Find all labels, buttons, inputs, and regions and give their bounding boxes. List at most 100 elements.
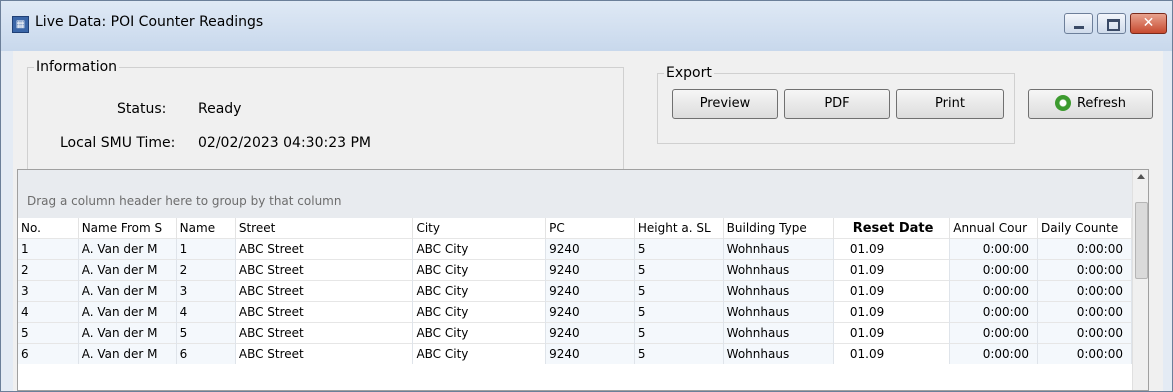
header-row: No. Name From S Name Street City PC Heig… — [18, 218, 1132, 239]
cell: 9240 — [545, 301, 635, 323]
cell: 5 — [176, 322, 236, 344]
cell: 4 — [176, 301, 236, 323]
title-bar[interactable]: ▦ Live Data: POI Counter Readings ✕ — [1, 1, 1172, 51]
counter-table: No. Name From S Name Street City PC Heig… — [18, 218, 1132, 364]
scroll-thumb[interactable] — [1135, 202, 1148, 279]
table-row[interactable]: 3 A. Van der M 3 ABC Street ABC City 924… — [18, 280, 1132, 302]
cell: 5 — [634, 322, 724, 344]
smu-time-label: Local SMU Time: — [60, 135, 176, 151]
table-row[interactable]: 5 A. Van der M 5 ABC Street ABC City 924… — [18, 322, 1132, 344]
column-header[interactable]: City — [412, 218, 547, 239]
app-icon: ▦ — [12, 16, 29, 33]
information-group: Information Status: Ready Local SMU Time… — [27, 59, 624, 177]
minimize-button[interactable] — [1064, 13, 1093, 34]
cell: ABC City — [412, 238, 547, 260]
group-by-panel[interactable]: Drag a column header here to group by th… — [18, 170, 1132, 219]
cell: 01.09 — [833, 280, 951, 302]
cell: A. Van der M — [78, 301, 177, 323]
column-header[interactable]: Reset Date — [833, 218, 951, 239]
vertical-scrollbar[interactable] — [1132, 170, 1148, 390]
close-button[interactable]: ✕ — [1130, 13, 1167, 34]
cell: ABC Street — [235, 259, 414, 281]
table-row[interactable]: 1 A. Van der M 1 ABC Street ABC City 924… — [18, 238, 1132, 260]
column-header[interactable]: Annual Cour — [949, 218, 1038, 239]
column-header[interactable]: PC — [545, 218, 635, 239]
close-icon: ✕ — [1142, 15, 1155, 31]
cell: 6 — [176, 343, 236, 364]
cell: ABC Street — [235, 301, 414, 323]
cell: 9240 — [545, 259, 635, 281]
cell: 5 — [634, 301, 724, 323]
cell: 9240 — [545, 238, 635, 260]
cell: 0:00:00 — [949, 259, 1038, 281]
live-data-window: ▦ Live Data: POI Counter Readings ✕ Info… — [0, 0, 1173, 392]
column-header[interactable]: Daily Counte — [1037, 218, 1132, 239]
smu-time-value: 02/02/2023 04:30:23 PM — [198, 135, 371, 151]
cell: 3 — [176, 280, 236, 302]
cell: 9240 — [545, 343, 635, 364]
cell: 9240 — [545, 280, 635, 302]
refresh-button[interactable]: Refresh — [1028, 89, 1153, 119]
cell: 01.09 — [833, 322, 951, 344]
cell: ABC City — [412, 301, 547, 323]
cell: 0:00:00 — [949, 280, 1038, 302]
column-header[interactable]: Building Type — [723, 218, 834, 239]
cell: Wohnhaus — [723, 322, 834, 344]
cell: 6 — [18, 343, 79, 364]
cell: 4 — [18, 301, 79, 323]
cell: ABC Street — [235, 343, 414, 364]
pdf-button[interactable]: PDF — [784, 89, 890, 119]
cell: Wohnhaus — [723, 259, 834, 281]
cell: Wohnhaus — [723, 280, 834, 302]
cell: 2 — [18, 259, 79, 281]
cell: A. Van der M — [78, 343, 177, 364]
status-value: Ready — [198, 101, 242, 117]
column-header[interactable]: Height a. SL — [634, 218, 724, 239]
cell: ABC City — [412, 322, 547, 344]
print-button[interactable]: Print — [896, 89, 1004, 119]
scroll-up-icon[interactable] — [1137, 174, 1145, 179]
cell: 01.09 — [833, 238, 951, 260]
cell: ABC Street — [235, 238, 414, 260]
information-legend: Information — [36, 59, 118, 75]
cell: ABC Street — [235, 322, 414, 344]
cell: 9240 — [545, 322, 635, 344]
cell: 0:00:00 — [1037, 238, 1132, 260]
cell: 0:00:00 — [1037, 259, 1132, 281]
cell: A. Van der M — [78, 322, 177, 344]
cell: 2 — [176, 259, 236, 281]
status-label: Status: — [117, 101, 167, 117]
maximize-button[interactable] — [1097, 13, 1126, 34]
cell: 1 — [176, 238, 236, 260]
cell: ABC Street — [235, 280, 414, 302]
table-row[interactable]: 4 A. Van der M 4 ABC Street ABC City 924… — [18, 301, 1132, 323]
cell: 0:00:00 — [1037, 280, 1132, 302]
table-row[interactable]: 6 A. Van der M 6 ABC Street ABC City 924… — [18, 343, 1132, 364]
cell: 5 — [634, 238, 724, 260]
data-grid: Drag a column header here to group by th… — [17, 169, 1149, 391]
cell: 0:00:00 — [949, 238, 1038, 260]
cell: Wohnhaus — [723, 343, 834, 364]
cell: 0:00:00 — [1037, 343, 1132, 364]
cell: ABC City — [412, 280, 547, 302]
cell: 0:00:00 — [949, 301, 1038, 323]
cell: 1 — [18, 238, 79, 260]
column-header[interactable]: Name — [176, 218, 236, 239]
cell: A. Van der M — [78, 280, 177, 302]
cell: 5 — [18, 322, 79, 344]
group-by-hint: Drag a column header here to group by th… — [27, 194, 342, 208]
preview-button[interactable]: Preview — [672, 89, 778, 119]
cell: 0:00:00 — [949, 322, 1038, 344]
cell: 3 — [18, 280, 79, 302]
cell: 5 — [634, 259, 724, 281]
column-header[interactable]: Name From S — [78, 218, 177, 239]
cell: 0:00:00 — [949, 343, 1038, 364]
window-title: Live Data: POI Counter Readings — [35, 14, 264, 30]
cell: 0:00:00 — [1037, 301, 1132, 323]
cell: Wohnhaus — [723, 301, 834, 323]
column-header[interactable]: Street — [235, 218, 414, 239]
column-header[interactable]: No. — [18, 218, 79, 239]
refresh-icon — [1054, 94, 1071, 111]
table-row[interactable]: 2 A. Van der M 2 ABC Street ABC City 924… — [18, 259, 1132, 281]
cell: Wohnhaus — [723, 238, 834, 260]
